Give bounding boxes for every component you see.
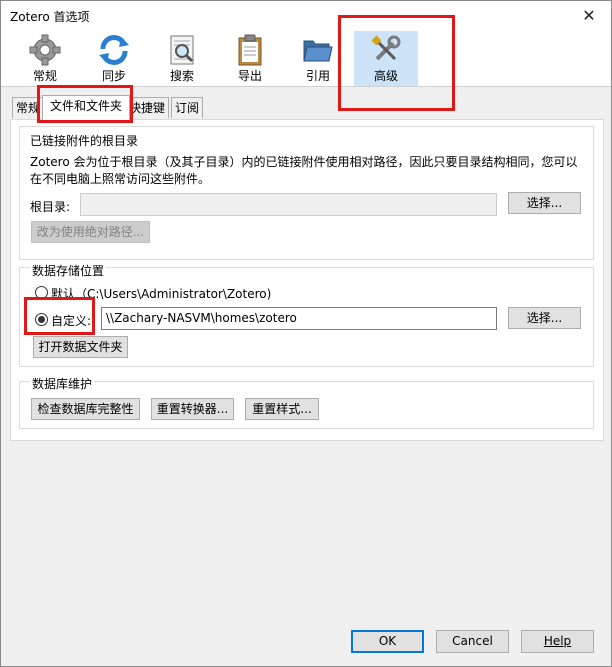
choose-data-dir-button[interactable]: 选择... [508, 307, 581, 329]
root-directory-label: 根目录: [30, 200, 71, 214]
reset-styles-button[interactable]: 重置样式... [245, 398, 319, 420]
toolbar-sync-label: 同步 [101, 69, 126, 83]
gear-icon [29, 34, 61, 66]
toolbar-sync[interactable]: 同步 [82, 31, 146, 86]
tab-files-and-folders[interactable]: 文件和文件夹 [42, 95, 131, 120]
files-folders-panel: 已链接附件的根目录 Zotero 会为位于根目录（及其子目录）内的已链接附件使用… [10, 119, 604, 441]
custom-location-radio[interactable] [35, 313, 48, 326]
toolbar-search-label: 搜索 [169, 69, 194, 83]
linked-attachments-description: Zotero 会为位于根目录（及其子目录）内的已链接附件使用相对路径，因此只要目… [30, 155, 578, 169]
close-icon[interactable]: ✕ [575, 5, 603, 27]
default-location-label: 默认（C:\Users\Administrator\Zotero) [51, 287, 272, 301]
toolbar-general[interactable]: 常规 [13, 31, 77, 86]
reset-translators-button[interactable]: 重置转换器... [151, 398, 234, 420]
search-document-icon [170, 35, 194, 65]
choose-root-button[interactable]: 选择... [508, 192, 581, 214]
linked-attachments-title: 已链接附件的根目录 [30, 134, 139, 148]
check-database-button[interactable]: 检查数据库完整性 [31, 398, 140, 420]
cancel-button[interactable]: Cancel [436, 630, 509, 653]
toolbar-advanced-label: 高级 [373, 69, 398, 83]
toolbar-export-label: 导出 [237, 69, 262, 83]
title-bar: Zotero 首选项 ✕ [1, 1, 611, 31]
linked-attachments-description-2: 在不同电脑上照常访问这些附件。 [30, 172, 211, 186]
window-title: Zotero 首选项 [10, 10, 90, 24]
clipboard-icon [238, 34, 262, 66]
preferences-window: Zotero 首选项 ✕ 常规 同步 搜索 导出 引用 高级 常规 文件和文件夹… [0, 0, 612, 667]
tab-general[interactable]: 常规 [12, 97, 45, 118]
custom-path-field[interactable]: \\Zachary-NASVM\homes\zotero [101, 307, 497, 330]
sync-icon [99, 35, 129, 65]
custom-location-label: 自定义: [51, 314, 92, 328]
toolbar-cite-label: 引用 [305, 69, 330, 83]
db-maintenance-title: 数据库维护 [30, 375, 95, 392]
toolbar-general-label: 常规 [32, 69, 57, 83]
ok-button[interactable]: OK [351, 630, 424, 653]
folder-icon [303, 40, 333, 62]
help-button[interactable]: Help [521, 630, 594, 653]
data-storage-title: 数据存储位置 [30, 262, 107, 279]
toolbar-search[interactable]: 搜索 [150, 31, 214, 86]
open-data-folder-button[interactable]: 打开数据文件夹 [33, 336, 128, 358]
default-location-radio[interactable] [35, 286, 48, 299]
toolbar-advanced[interactable]: 高级 [354, 31, 418, 86]
tab-feeds[interactable]: 订阅 [171, 97, 204, 118]
preferences-toolbar: 常规 同步 搜索 导出 引用 高级 [1, 31, 611, 87]
tools-icon [371, 35, 401, 61]
toolbar-cite[interactable]: 引用 [286, 31, 350, 86]
toolbar-export[interactable]: 导出 [218, 31, 282, 86]
tab-shortcuts[interactable]: 快捷键 [125, 97, 170, 118]
use-absolute-paths-button[interactable]: 改为使用绝对路径... [31, 221, 150, 243]
root-directory-field[interactable] [80, 193, 497, 216]
